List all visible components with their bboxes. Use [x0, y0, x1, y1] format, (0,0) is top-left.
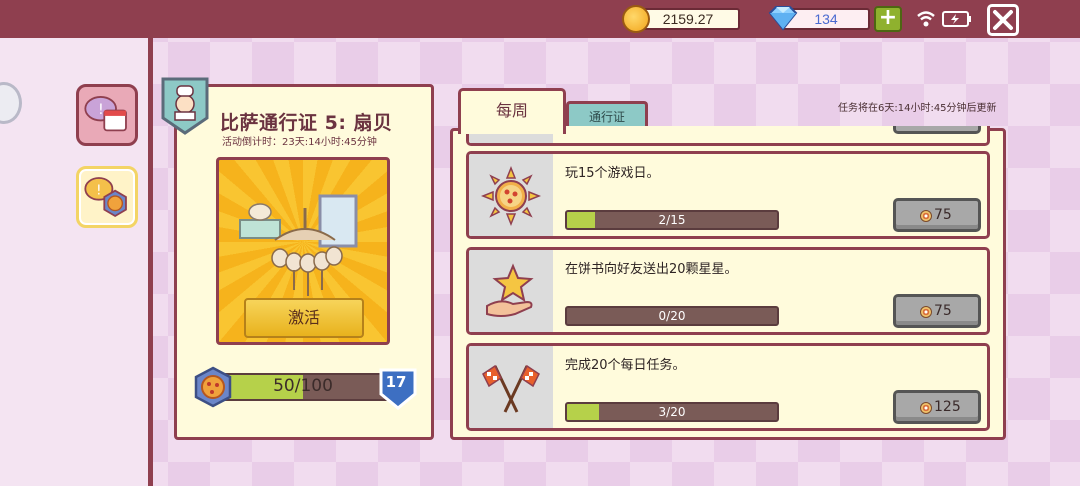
quest-icon-area: [469, 154, 553, 236]
quest-description: 在饼书向好友送出20颗星星。: [565, 262, 738, 277]
diamond-icon: [768, 6, 798, 31]
reward-amount: 75: [934, 207, 952, 223]
claim-reward-button[interactable]: 75: [893, 294, 981, 328]
pizza-pass-button[interactable]: !: [76, 166, 138, 228]
claim-reward-button[interactable]: 75: [893, 198, 981, 232]
quest-progress-text: 0/20: [658, 309, 686, 323]
xp-progress-text: 50/100: [273, 376, 333, 396]
svg-text:!: !: [96, 182, 101, 198]
star-hand-icon: [486, 263, 534, 317]
coin-icon: [622, 5, 650, 33]
chef-badge-icon: [161, 77, 209, 135]
claim-reward-button[interactable]: 125: [893, 390, 981, 424]
close-icon: [993, 10, 1013, 30]
quest-row: 玩15个游戏日。 2/15 75: [466, 151, 990, 239]
checkered-flags-icon: [482, 364, 540, 413]
svg-text:!: !: [98, 102, 104, 118]
partial-reward-button[interactable]: [893, 126, 981, 134]
calendar-alert-icon: !: [84, 96, 127, 132]
pizza-alert-icon: !: [84, 177, 127, 218]
quest-description: 完成20个每日任务。: [565, 358, 686, 373]
pass-title: 比萨通行证 5: 扇贝: [220, 112, 393, 134]
coin-balance: 2159.27: [636, 8, 740, 30]
quest-icon-area: [469, 346, 553, 428]
quest-icon-area: [469, 250, 553, 332]
quest-progress-text: 3/20: [658, 405, 686, 419]
battery-charging-icon: [942, 11, 971, 27]
quest-progress-text: 2/15: [658, 213, 686, 227]
sun-pizza-icon: [481, 166, 541, 226]
tab-weekly[interactable]: 每周: [458, 88, 566, 134]
pizza-token-icon: [194, 366, 232, 408]
close-button[interactable]: [987, 4, 1019, 36]
reward-amount: 75: [934, 303, 952, 319]
pass-countdown: 活动倒计时：23天:14小时:45分钟: [222, 137, 377, 148]
pizza-coin-icon: [920, 210, 932, 222]
quest-description: 玩15个游戏日。: [565, 166, 660, 181]
quest-row: 完成20个每日任务。 3/20 125: [466, 343, 990, 431]
pizza-coin-icon: [920, 402, 932, 414]
seashell-chandelier-icon: [239, 194, 358, 296]
activate-button[interactable]: 激活: [244, 298, 364, 338]
pizza-coin-icon: [920, 306, 932, 318]
rail-divider: [148, 38, 153, 486]
wifi-icon: [917, 11, 935, 27]
quest-row: 在饼书向好友送出20颗星星。 0/20 75: [466, 247, 990, 335]
daily-events-button[interactable]: !: [76, 84, 138, 146]
add-gems-button[interactable]: +: [874, 6, 902, 32]
quest-refresh-timer: 任务将在6天:14小时:45分钟后更新: [838, 103, 997, 114]
reward-amount: 125: [934, 399, 961, 415]
level-number: 17: [385, 373, 407, 391]
